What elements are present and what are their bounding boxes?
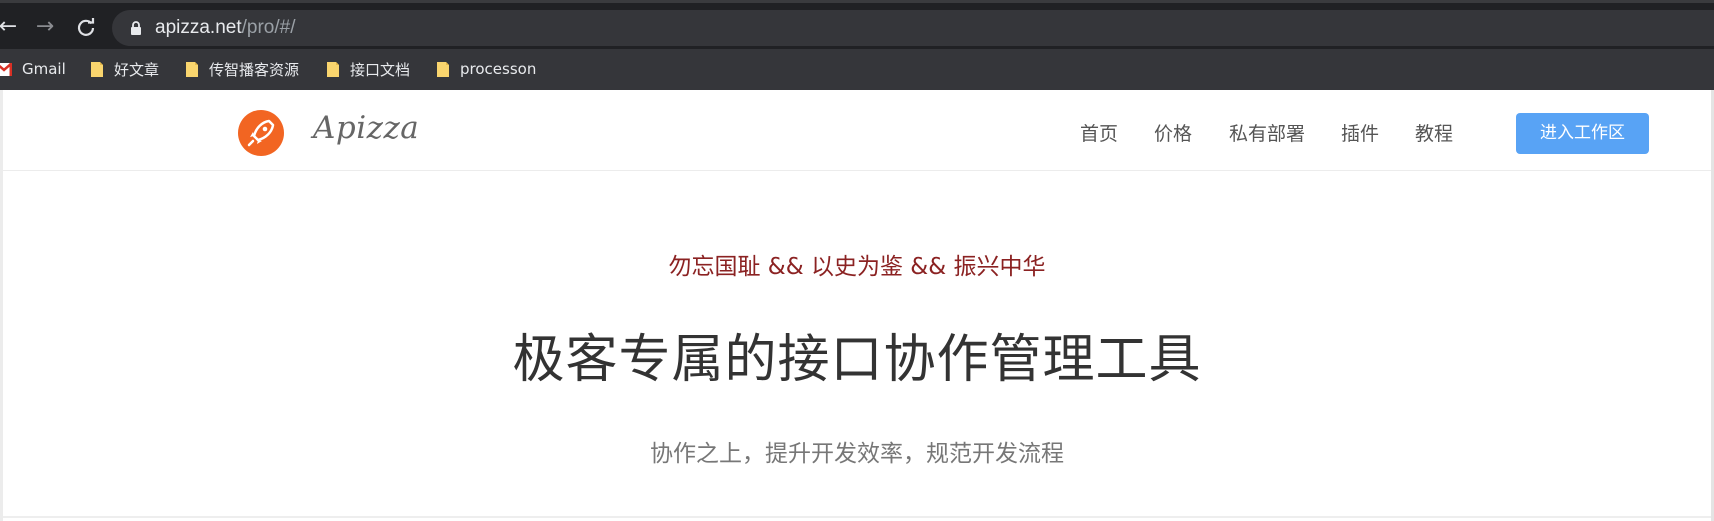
folder-icon bbox=[327, 61, 339, 77]
nav-plugins[interactable]: 插件 bbox=[1341, 119, 1379, 146]
web-page: Apizza 首页 价格 私有部署 插件 教程 进入工作区 勿忘国耻 && 以史… bbox=[3, 90, 1711, 520]
reload-icon[interactable] bbox=[72, 13, 100, 41]
nav-home[interactable]: 首页 bbox=[1080, 119, 1118, 146]
nav-private-deploy[interactable]: 私有部署 bbox=[1229, 119, 1305, 146]
url-text[interactable]: apizza.net/pro/#/ bbox=[155, 17, 296, 39]
nav-pricing[interactable]: 价格 bbox=[1154, 119, 1192, 146]
hero-slogan: 勿忘国耻 && 以史为鉴 && 振兴中华 bbox=[668, 254, 1046, 280]
hero-title: 极客专属的接口协作管理工具 bbox=[512, 330, 1202, 390]
bookmark-label: Gmail bbox=[22, 60, 66, 78]
url-host: apizza.net bbox=[155, 17, 242, 38]
forward-arrow-icon[interactable]: → bbox=[31, 13, 59, 41]
url-path: /pro/#/ bbox=[241, 17, 296, 38]
browser-toolbar: ← → apizza.net/pro/#/ bbox=[0, 0, 1714, 49]
folder-icon bbox=[186, 61, 198, 77]
bookmark-label: processon bbox=[460, 60, 537, 78]
hero-subtitle: 协作之上，提升开发效率，规范开发流程 bbox=[650, 441, 1064, 467]
bookmark-label: 传智播客资源 bbox=[209, 60, 300, 79]
bookmark-label: 好文章 bbox=[114, 60, 160, 79]
logo-text[interactable]: Apizza bbox=[313, 110, 419, 146]
section-divider bbox=[3, 516, 1711, 518]
address-bar[interactable]: apizza.net/pro/#/ bbox=[112, 10, 1714, 46]
rocket-logo-icon[interactable] bbox=[238, 110, 284, 156]
lock-icon bbox=[131, 21, 141, 35]
bookmark-label: 接口文档 bbox=[350, 60, 411, 79]
bookmark-good-articles[interactable]: 好文章 bbox=[90, 57, 159, 81]
bookmark-api-docs[interactable]: 接口文档 bbox=[326, 57, 410, 81]
bookmark-gmail[interactable]: Gmail bbox=[0, 57, 66, 81]
folder-icon bbox=[437, 61, 449, 77]
back-arrow-icon[interactable]: ← bbox=[0, 13, 22, 41]
site-header: Apizza 首页 价格 私有部署 插件 教程 进入工作区 bbox=[3, 90, 1711, 171]
folder-icon bbox=[91, 61, 103, 77]
enter-workspace-button[interactable]: 进入工作区 bbox=[1516, 113, 1649, 154]
bookmark-processon[interactable]: processon bbox=[436, 57, 536, 81]
bookmark-itcast-resources[interactable]: 传智播客资源 bbox=[185, 57, 299, 81]
gmail-icon bbox=[0, 62, 12, 76]
bookmarks-bar: Gmail 好文章 传智播客资源 接口文档 processon bbox=[0, 49, 1714, 90]
nav-tutorials[interactable]: 教程 bbox=[1415, 119, 1453, 146]
